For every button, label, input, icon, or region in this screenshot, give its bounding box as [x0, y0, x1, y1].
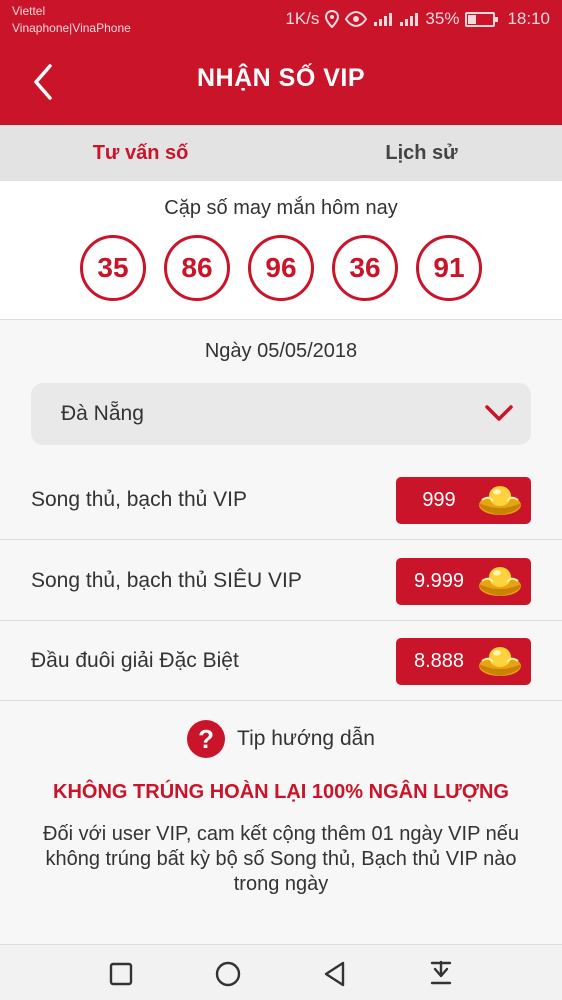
clock: 18:10 [507, 9, 550, 28]
gold-ingot-icon [479, 647, 521, 676]
system-nav-bar [0, 944, 562, 1000]
buy-vip-button[interactable]: 999 [396, 477, 531, 524]
signal-icon [374, 13, 393, 26]
notification-shade-icon[interactable] [426, 959, 456, 989]
package-price: 8.888 [413, 650, 465, 672]
lucky-number: 96 [248, 235, 314, 301]
lucky-number: 35 [80, 235, 146, 301]
package-row-dac-biet: Đầu đuôi giải Đặc Biệt 8.888 [0, 621, 562, 701]
date-label: Ngày 05/05/2018 [204, 340, 358, 362]
carrier-1: Viettel [12, 4, 46, 18]
lucky-numbers-title: Cặp số may mắn hôm nay [164, 197, 398, 219]
status-bar: Viettel Vinaphone|VinaPhone 1K/s 35% 18:… [0, 0, 562, 40]
battery-icon [465, 11, 499, 27]
package-row-sieu-vip: Song thủ, bạch thủ SIÊU VIP 9.999 [0, 541, 562, 621]
buy-dac-biet-button[interactable]: 8.888 [396, 638, 531, 685]
package-label: Song thủ, bạch thủ SIÊU VIP [31, 569, 302, 592]
page-title: NHẬN SỐ VIP [196, 64, 366, 92]
tab-tu-van-so[interactable]: Tư vấn số [0, 125, 281, 181]
region-select[interactable]: Đà Nẵng [31, 383, 531, 445]
lucky-numbers-list: 35 86 96 36 91 [0, 235, 562, 301]
gold-ingot-icon [479, 486, 521, 515]
tab-bar: Tư vấn số Lịch sử [0, 125, 562, 181]
recent-apps-icon[interactable] [106, 959, 136, 989]
package-label: Song thủ, bạch thủ VIP [31, 488, 247, 511]
tab-lich-su[interactable]: Lịch sử [281, 125, 562, 181]
lucky-number: 36 [332, 235, 398, 301]
home-icon[interactable] [213, 959, 243, 989]
guarantee-description: Đối với user VIP, cam kết cộng thêm 01 n… [43, 823, 519, 895]
lucky-number: 91 [416, 235, 482, 301]
eye-icon [345, 11, 368, 27]
lucky-numbers-panel: Cặp số may mắn hôm nay 35 86 96 36 91 [0, 181, 562, 320]
network-speed: 1K/s [285, 9, 320, 28]
region-select-value: Đà Nẵng [61, 402, 144, 425]
gold-ingot-icon [479, 567, 521, 596]
guarantee-heading: KHÔNG TRÚNG HOÀN LẠI 100% NGÂN LƯỢNG [53, 781, 509, 803]
back-icon[interactable] [320, 959, 350, 989]
lucky-number: 86 [164, 235, 230, 301]
signal-2-icon [400, 13, 419, 26]
package-price: 9.999 [413, 570, 465, 592]
carrier-2: Vinaphone|VinaPhone [12, 21, 131, 35]
app-header: Viettel Vinaphone|VinaPhone 1K/s 35% 18:… [0, 0, 562, 125]
package-price: 999 [422, 489, 456, 511]
help-label: Tip hướng dẫn [237, 727, 375, 750]
question-icon: ? [187, 720, 226, 758]
package-label: Đầu đuôi giải Đặc Biệt [31, 649, 239, 672]
help-link[interactable]: ? Tip hướng dẫn [0, 720, 562, 758]
battery-percent: 35% [425, 9, 460, 28]
buy-sieu-vip-button[interactable]: 9.999 [396, 558, 531, 605]
chevron-down-icon [485, 405, 513, 421]
status-indicators: 1K/s 35% 18:10 [285, 8, 550, 30]
package-row-vip: Song thủ, bạch thủ VIP 999 [0, 460, 562, 540]
location-icon [325, 10, 340, 28]
nav-bar: NHẬN SỐ VIP [0, 40, 562, 125]
